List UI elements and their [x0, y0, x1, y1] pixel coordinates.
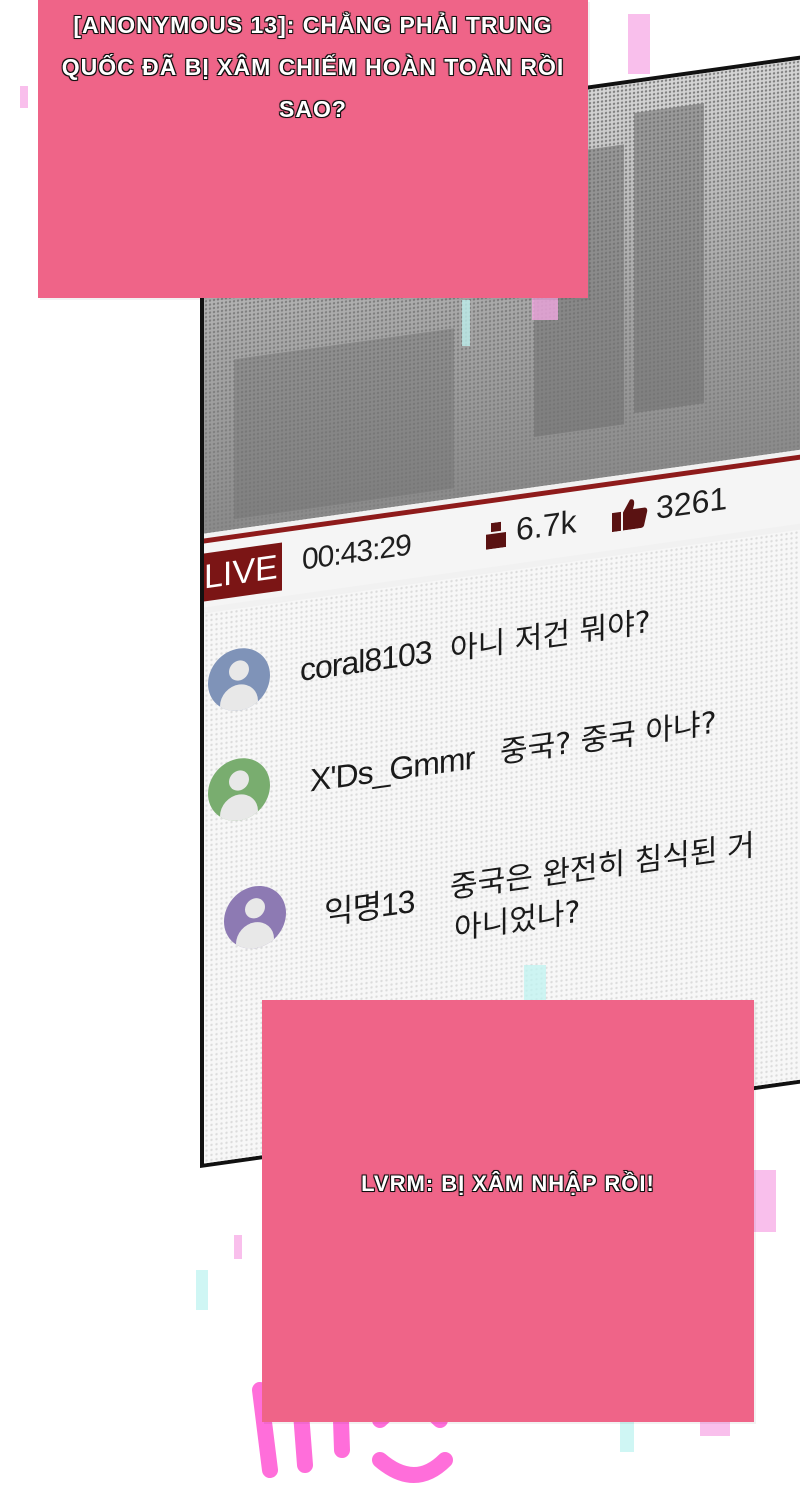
- chat-username: coral8103: [300, 633, 432, 688]
- elapsed-time: 00:43:29: [302, 528, 411, 577]
- glitch-fragment: [20, 86, 28, 108]
- video-building: [634, 103, 704, 414]
- caption-text-top: [ANONYMOUS 13]: CHẲNG PHẢI TRUNG QUỐC ĐÃ…: [61, 12, 565, 123]
- caption-text-bottom: LVRM: BỊ XÂM NHẬP RỒI!: [361, 1171, 655, 1197]
- avatar: [208, 754, 270, 825]
- glitch-fragment: [524, 965, 546, 1003]
- chat-message: 익명13 중국은 완전히 침식된 거 아니었나?: [204, 803, 800, 953]
- caption-box-top: [ANONYMOUS 13]: CHẲNG PHẢI TRUNG QUỐC ĐÃ…: [38, 0, 588, 298]
- chat-username: X'Ds_Gmmr: [310, 739, 475, 799]
- chat-text: 중국? 중국 아냐?: [500, 705, 717, 771]
- chat-text: 아니 저건 뭐야?: [450, 604, 651, 668]
- glitch-fragment: [196, 1270, 208, 1310]
- glitch-fragment: [628, 14, 650, 74]
- glitch-fragment: [752, 1170, 776, 1232]
- live-badge: LIVE: [204, 542, 282, 602]
- thumbs-up-icon: [612, 499, 648, 533]
- video-building: [234, 328, 454, 520]
- glitch-fragment: [700, 1420, 730, 1436]
- glitch-fragment: [462, 300, 470, 346]
- caption-box-bottom: LVRM: BỊ XÂM NHẬP RỒI!: [262, 1000, 754, 1422]
- person-icon: [486, 521, 506, 550]
- chat-message: X'Ds_Gmmr 중국? 중국 아냐?: [204, 673, 800, 825]
- glitch-fragment: [234, 1235, 242, 1259]
- chat-username: 익명13: [324, 882, 415, 932]
- avatar: [224, 881, 286, 953]
- avatar: [208, 644, 270, 715]
- chat-text: 중국은 완전히 침식된 거: [450, 828, 755, 906]
- glitch-fragment: [620, 1422, 634, 1452]
- like-count: 3261: [656, 479, 728, 526]
- viewer-count: 6.7k: [516, 503, 577, 548]
